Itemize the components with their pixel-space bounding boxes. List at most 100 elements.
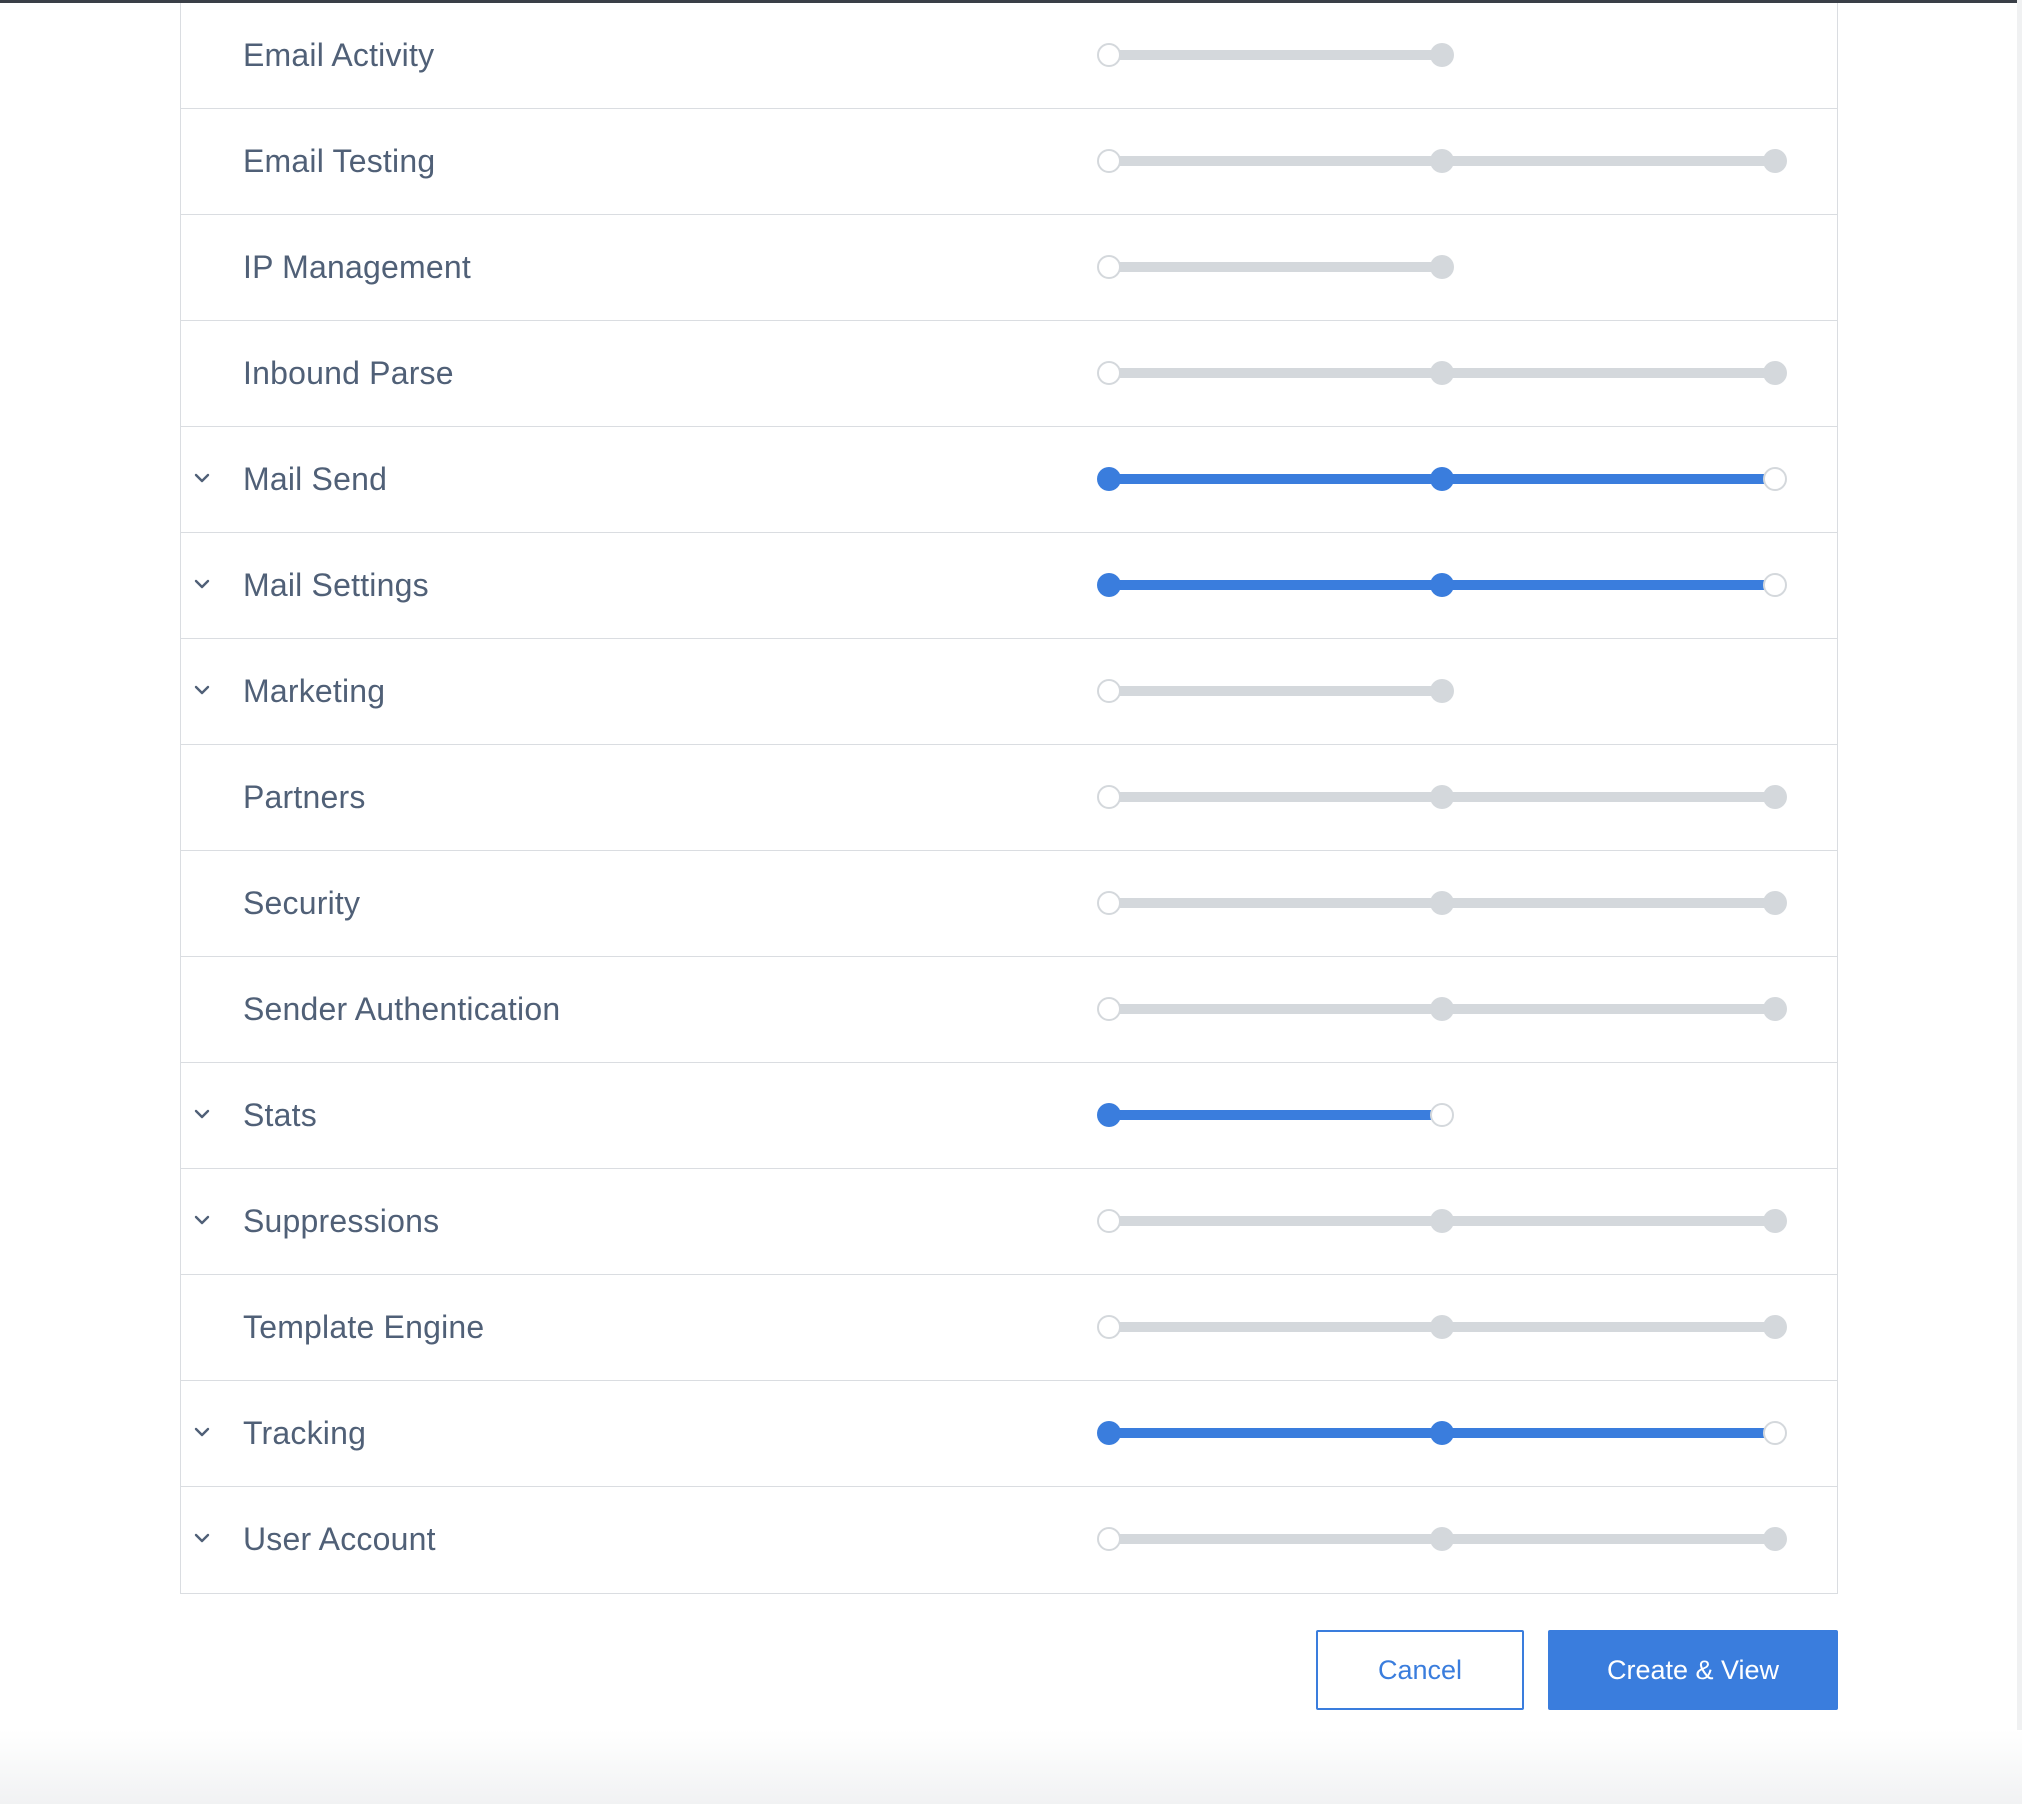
slider-level-1-knob[interactable] — [1430, 149, 1454, 173]
slider-level-1-knob[interactable] — [1430, 785, 1454, 809]
slider-level-0-knob[interactable] — [1097, 1527, 1121, 1551]
scope-label: Email Activity — [243, 37, 435, 73]
slider-level-1-knob[interactable] — [1430, 467, 1454, 491]
slider-level-2-knob[interactable] — [1763, 891, 1787, 915]
scope-label: Partners — [243, 779, 366, 815]
scope-row: Partners — [181, 745, 1837, 851]
slider-level-0-knob[interactable] — [1097, 573, 1121, 597]
scope-row: Inbound Parse — [181, 321, 1837, 427]
slider-level-0-knob[interactable] — [1097, 679, 1121, 703]
scope-label: IP Management — [243, 249, 471, 285]
scope-label: Mail Send — [243, 461, 388, 497]
scope-row: Email Activity — [181, 3, 1837, 109]
slider-level-2-knob[interactable] — [1763, 1421, 1787, 1445]
access-level-slider[interactable] — [1097, 255, 1787, 279]
slider-level-1-knob[interactable] — [1430, 43, 1454, 67]
slider-level-1-knob[interactable] — [1430, 573, 1454, 597]
access-level-slider[interactable] — [1097, 149, 1787, 173]
scope-label: Sender Authentication — [243, 991, 561, 1027]
scope-label: Security — [243, 885, 361, 921]
scope-label: Stats — [243, 1097, 317, 1133]
slider-level-2-knob[interactable] — [1763, 1527, 1787, 1551]
scope-row: Security — [181, 851, 1837, 957]
slider-level-1-knob[interactable] — [1430, 997, 1454, 1021]
access-level-slider[interactable] — [1097, 1527, 1787, 1551]
slider-level-2-knob[interactable] — [1763, 1315, 1787, 1339]
scope-row: Mail Settings — [181, 533, 1837, 639]
page-bottom-shade — [0, 1730, 2022, 1804]
slider-level-1-knob[interactable] — [1430, 255, 1454, 279]
slider-fill — [1109, 1110, 1442, 1120]
scrollbar-gutter — [2017, 0, 2022, 1804]
slider-level-0-knob[interactable] — [1097, 1315, 1121, 1339]
scope-row: Marketing — [181, 639, 1837, 745]
scope-label: Tracking — [243, 1415, 367, 1451]
scope-row: IP Management — [181, 215, 1837, 321]
scope-row: Tracking — [181, 1381, 1837, 1487]
slider-level-1-knob[interactable] — [1430, 891, 1454, 915]
slider-level-0-knob[interactable] — [1097, 255, 1121, 279]
scope-label: Email Testing — [243, 143, 436, 179]
chevron-down-icon[interactable] — [191, 467, 213, 489]
access-level-slider[interactable] — [1097, 43, 1787, 67]
slider-track — [1109, 686, 1442, 696]
slider-level-1-knob[interactable] — [1430, 1103, 1454, 1127]
access-level-slider[interactable] — [1097, 679, 1787, 703]
access-level-slider[interactable] — [1097, 1421, 1787, 1445]
slider-level-1-knob[interactable] — [1430, 679, 1454, 703]
slider-level-0-knob[interactable] — [1097, 997, 1121, 1021]
scope-row: Stats — [181, 1063, 1837, 1169]
access-level-slider[interactable] — [1097, 1209, 1787, 1233]
scope-row: Sender Authentication — [181, 957, 1837, 1063]
slider-level-2-knob[interactable] — [1763, 573, 1787, 597]
slider-level-1-knob[interactable] — [1430, 1315, 1454, 1339]
slider-level-0-knob[interactable] — [1097, 467, 1121, 491]
scope-row: Mail Send — [181, 427, 1837, 533]
scope-label: Template Engine — [243, 1309, 485, 1345]
scope-label: Marketing — [243, 673, 386, 709]
slider-level-1-knob[interactable] — [1430, 1527, 1454, 1551]
slider-level-2-knob[interactable] — [1763, 785, 1787, 809]
access-level-slider[interactable] — [1097, 785, 1787, 809]
slider-level-2-knob[interactable] — [1763, 361, 1787, 385]
api-key-scopes-table: Email Activity Email Testing IP Management… — [180, 3, 1838, 1594]
slider-level-0-knob[interactable] — [1097, 43, 1121, 67]
slider-level-0-knob[interactable] — [1097, 1421, 1121, 1445]
slider-level-2-knob[interactable] — [1763, 149, 1787, 173]
scope-row: User Account — [181, 1487, 1837, 1593]
slider-level-2-knob[interactable] — [1763, 467, 1787, 491]
scope-label: Inbound Parse — [243, 355, 454, 391]
access-level-slider[interactable] — [1097, 573, 1787, 597]
create-and-view-button[interactable]: Create & View — [1548, 1630, 1838, 1710]
slider-level-2-knob[interactable] — [1763, 997, 1787, 1021]
slider-level-0-knob[interactable] — [1097, 891, 1121, 915]
slider-level-0-knob[interactable] — [1097, 785, 1121, 809]
chevron-down-icon[interactable] — [191, 1527, 213, 1549]
access-level-slider[interactable] — [1097, 997, 1787, 1021]
access-level-slider[interactable] — [1097, 361, 1787, 385]
slider-track — [1109, 262, 1442, 272]
scope-row: Template Engine — [181, 1275, 1837, 1381]
access-level-slider[interactable] — [1097, 1103, 1787, 1127]
access-level-slider[interactable] — [1097, 1315, 1787, 1339]
slider-level-1-knob[interactable] — [1430, 1421, 1454, 1445]
slider-level-0-knob[interactable] — [1097, 1103, 1121, 1127]
slider-level-0-knob[interactable] — [1097, 1209, 1121, 1233]
access-level-slider[interactable] — [1097, 467, 1787, 491]
chevron-down-icon[interactable] — [191, 679, 213, 701]
slider-level-2-knob[interactable] — [1763, 1209, 1787, 1233]
chevron-down-icon[interactable] — [191, 1103, 213, 1125]
slider-level-1-knob[interactable] — [1430, 361, 1454, 385]
slider-level-0-knob[interactable] — [1097, 149, 1121, 173]
access-level-slider[interactable] — [1097, 891, 1787, 915]
scope-row: Email Testing — [181, 109, 1837, 215]
chevron-down-icon[interactable] — [191, 573, 213, 595]
cancel-button[interactable]: Cancel — [1316, 1630, 1524, 1710]
slider-level-0-knob[interactable] — [1097, 361, 1121, 385]
scope-row: Suppressions — [181, 1169, 1837, 1275]
scope-label: Mail Settings — [243, 567, 429, 603]
slider-level-1-knob[interactable] — [1430, 1209, 1454, 1233]
chevron-down-icon[interactable] — [191, 1421, 213, 1443]
chevron-down-icon[interactable] — [191, 1209, 213, 1231]
scope-label: User Account — [243, 1521, 436, 1557]
